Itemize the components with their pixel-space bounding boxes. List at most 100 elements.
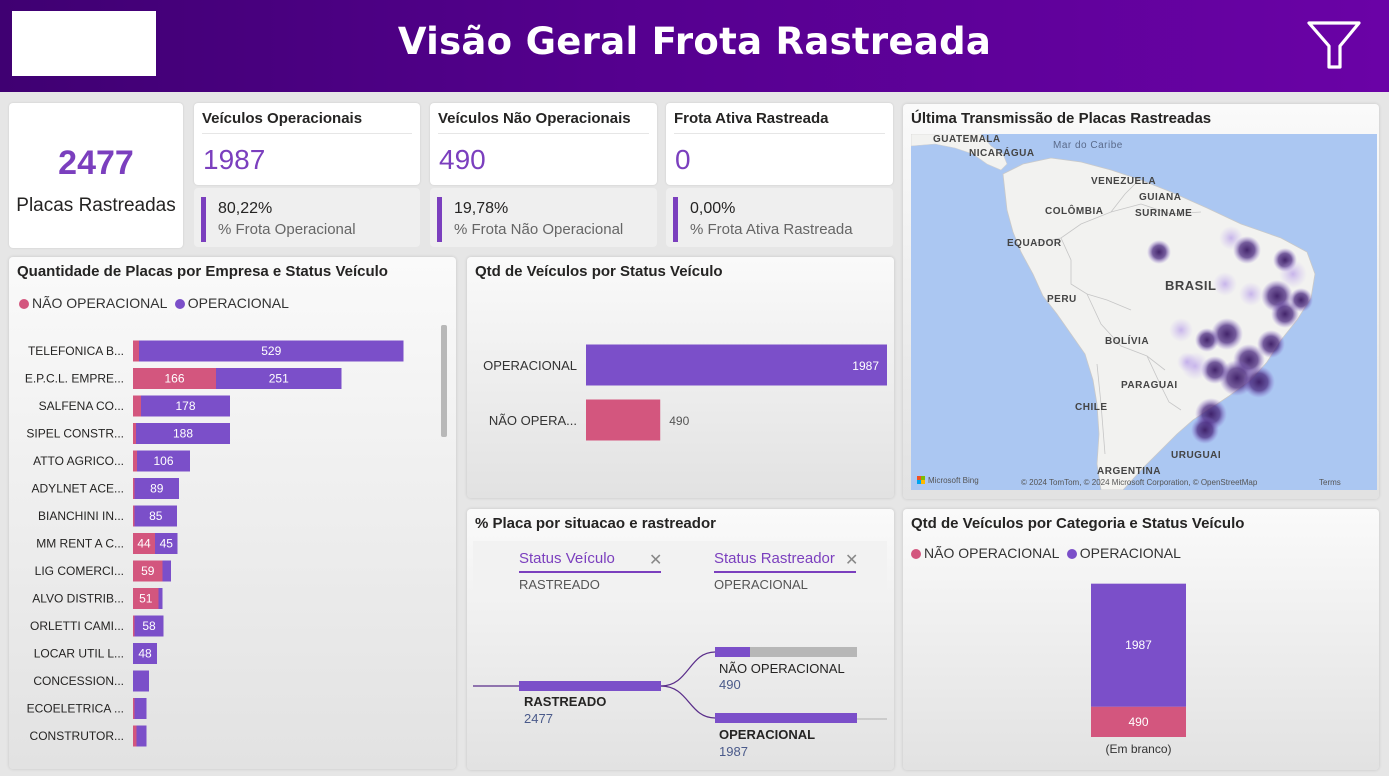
kpi-active-fleet-pct-card: 0,00% % Frota Ativa Rastreada <box>666 188 893 247</box>
node-label: OPERACIONAL <box>719 727 815 742</box>
data-label: 1987 <box>852 359 879 373</box>
bar-nao-operacional[interactable] <box>133 340 139 362</box>
map-label: EQUADOR <box>1007 238 1062 249</box>
data-label: 166 <box>164 372 184 386</box>
category-label: (Em branco) <box>1105 742 1171 756</box>
map-label: COLÔMBIA <box>1045 204 1103 217</box>
bar-nao-operacional[interactable] <box>133 478 135 499</box>
kpi-accent-bar <box>201 197 206 242</box>
node-value: 2477 <box>524 711 553 726</box>
map-terms-link[interactable]: Terms <box>1319 478 1341 487</box>
map-label: GUIANA <box>1139 192 1181 203</box>
bar-nao-operacional[interactable] <box>133 725 137 747</box>
status-bars-plot: OPERACIONAL 1987 NÃO OPERA... 490 <box>483 344 887 441</box>
bar-operacional[interactable] <box>162 560 172 582</box>
bar-operacional[interactable] <box>133 670 149 692</box>
category-label: NÃO OPERA... <box>489 413 577 428</box>
kpi-pct: 19,78% <box>454 200 509 217</box>
data-label: 44 <box>137 537 151 551</box>
kpi-pct-label: % Frota Operacional <box>218 221 356 238</box>
kpi-value: 0 <box>675 144 691 175</box>
total-plates-value: 2477 <box>58 144 134 182</box>
category-label: ORLETTI CAMI... <box>30 619 124 633</box>
category-label: TELEFONICA B... <box>28 344 124 358</box>
divider <box>674 133 885 134</box>
total-plates-card: 2477 Placas Rastreadas <box>9 103 183 248</box>
kpi-pct-label: % Frota Ativa Rastreada <box>690 221 853 238</box>
kpi-non-operational-pct-card: 19,78% % Frota Não Operacional <box>430 188 657 247</box>
kpi-value: 1987 <box>203 144 266 175</box>
data-label: 490 <box>1128 715 1148 729</box>
divider <box>202 133 412 134</box>
bar-operacional[interactable] <box>158 588 163 609</box>
bar-nao-operacional[interactable] <box>133 615 135 637</box>
company-bars-plot: TELEFONICA B... 529 E.P.C.L. EMPRE... 166 25… <box>25 340 404 747</box>
category-label: LOCAR UTIL L... <box>34 647 124 661</box>
bar-nao-operacional[interactable] <box>133 698 135 719</box>
kpi-title: Veículos Operacionais <box>202 110 363 127</box>
data-label: 178 <box>175 399 195 413</box>
company-status-chart[interactable]: Quantidade de Placas por Empresa e Statu… <box>9 257 456 769</box>
data-label: 48 <box>138 647 152 661</box>
map-panel[interactable]: Última Transmissão de Placas Rastreadas <box>903 104 1379 499</box>
data-label: 106 <box>153 454 173 468</box>
bar-nao-operacional[interactable] <box>133 395 141 417</box>
scrollbar[interactable] <box>441 325 447 437</box>
category-status-chart[interactable]: Qtd de Veículos por Categoria e Status V… <box>903 509 1379 770</box>
map-label: PARAGUAI <box>1121 380 1178 391</box>
divider <box>438 133 649 134</box>
kpi-operational-pct-card: 80,22% % Frota Operacional <box>194 188 420 247</box>
category-label: ALVO DISTRIB... <box>32 592 124 606</box>
bar-nao-operacional[interactable] <box>133 450 137 472</box>
kpi-pct-label: % Frota Não Operacional <box>454 221 624 238</box>
category-label: MM RENT A C... <box>36 537 124 551</box>
category-label: OPERACIONAL <box>483 358 577 373</box>
kpi-operational-card: Veículos Operacionais 1987 <box>194 103 420 185</box>
map-label: SURINAME <box>1135 208 1192 219</box>
category-label: CONCESSION... <box>33 674 124 688</box>
total-plates-label: Placas Rastreadas <box>16 195 176 216</box>
data-label: 58 <box>142 619 156 633</box>
data-label: 89 <box>150 482 164 496</box>
node-bar-operacional[interactable] <box>715 713 857 723</box>
category-bars-plot: 490 1987 (Em branco) <box>1091 583 1186 756</box>
map-label: URUGUAI <box>1171 450 1221 461</box>
kpi-non-operational-card: Veículos Não Operacionais 490 <box>430 103 657 185</box>
bar-operacional[interactable] <box>134 698 147 719</box>
decomposition-tree[interactable]: % Placa por situacao e rastreador Status… <box>467 509 894 770</box>
status-chart[interactable]: Qtd de Veículos por Status Veículo OPERA… <box>467 257 894 498</box>
page-title: Visão Geral Frota Rastreada <box>397 20 992 63</box>
bar-operacional[interactable] <box>136 725 147 747</box>
node-bar-rastreado[interactable] <box>519 681 661 691</box>
map-label: ARGENTINA <box>1097 466 1161 477</box>
status-bar[interactable] <box>586 344 887 386</box>
data-label: 85 <box>149 509 163 523</box>
map-label: CHILE <box>1075 402 1108 413</box>
category-label: CONSTRUTOR... <box>30 729 124 743</box>
category-label: ECOELETRICA ... <box>27 702 124 716</box>
node-label: RASTREADO <box>524 694 606 709</box>
map-label: NICARÁGUA <box>969 146 1035 159</box>
category-label: E.P.C.L. EMPRE... <box>25 372 124 386</box>
data-label: 1987 <box>1125 638 1152 652</box>
kpi-title: Frota Ativa Rastreada <box>674 110 829 127</box>
kpi-pct: 80,22% <box>218 200 273 217</box>
data-label: 59 <box>141 564 155 578</box>
map-label: PERU <box>1047 294 1077 305</box>
filter-icon[interactable] <box>1306 20 1362 72</box>
bar-nao-operacional[interactable] <box>133 423 136 444</box>
data-label: 188 <box>173 427 193 441</box>
bar-nao-operacional[interactable] <box>133 505 135 527</box>
node-bar-nao-operacional[interactable] <box>715 647 750 657</box>
category-label: ADYLNET ACE... <box>32 482 124 496</box>
kpi-accent-bar <box>437 197 442 242</box>
node-value: 1987 <box>719 744 748 759</box>
kpi-title: Veículos Não Operacionais <box>438 110 631 127</box>
node-value: 490 <box>719 677 741 692</box>
node-label: NÃO OPERACIONAL <box>719 661 845 676</box>
decomp-tree-plot: RASTREADO 2477 NÃO OPERACIONAL 490 OPERA… <box>473 647 887 759</box>
category-label: BIANCHINI IN... <box>38 509 124 523</box>
kpi-pct: 0,00% <box>690 200 736 217</box>
map-canvas[interactable]: GUATEMALA NICARÁGUA Mar do Caribe VENEZU… <box>911 134 1377 490</box>
status-bar[interactable] <box>586 399 661 441</box>
